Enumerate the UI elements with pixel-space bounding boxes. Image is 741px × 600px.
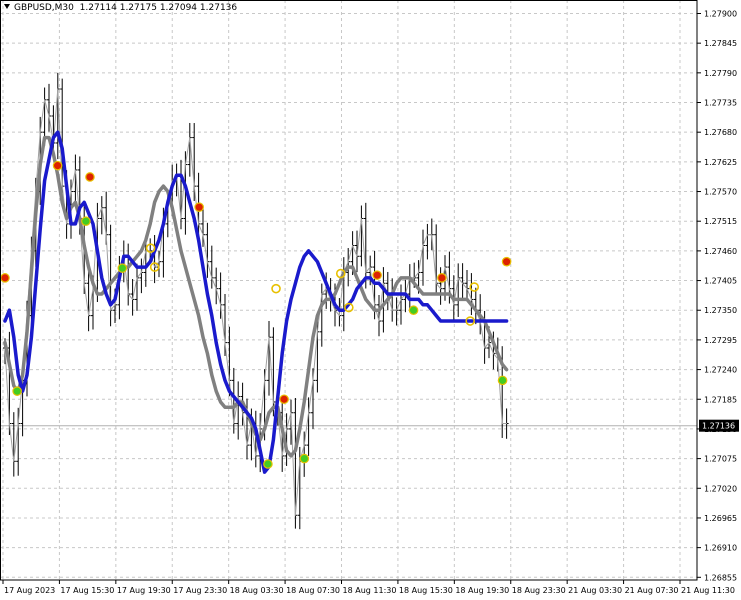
y-tick-label: 1.27735: [704, 99, 737, 108]
y-tick-label: 1.27515: [704, 217, 737, 226]
y-tick-label: 1.27900: [704, 9, 737, 18]
x-tick-label: 18 Aug 03:30: [230, 586, 284, 595]
x-tick-label: 21 Aug 07:30: [625, 586, 679, 595]
x-tick-label: 18 Aug 23:30: [512, 586, 566, 595]
y-tick-label: 1.27845: [704, 39, 737, 48]
x-tick-label: 18 Aug 07:30: [286, 586, 340, 595]
x-tick-label: 18 Aug 11:30: [343, 586, 397, 595]
y-tick-label: 1.27570: [704, 188, 737, 197]
y-tick-label: 1.26965: [704, 514, 737, 523]
signal-marker-red: [0, 273, 10, 283]
signal-marker-red: [437, 273, 447, 283]
x-tick-label: 21 Aug 03:30: [568, 586, 622, 595]
x-tick-label: 21 Aug 11:30: [681, 586, 735, 595]
y-tick-label: 1.26855: [704, 573, 737, 582]
chart-header: GBPUSD,M30 1.27114 1.27175 1.27094 1.271…: [4, 3, 237, 13]
signal-marker-ring: [271, 283, 281, 294]
y-tick-label: 1.27295: [704, 336, 737, 345]
signal-marker-green: [408, 305, 419, 316]
high-value: 1.27175: [119, 3, 157, 13]
y-tick-label: 1.27680: [704, 128, 737, 137]
low-value: 1.27094: [159, 3, 198, 13]
x-tick-label: 17 Aug 2023: [4, 586, 55, 595]
signal-marker-green: [497, 375, 508, 386]
close-value: 1.27136: [199, 3, 238, 13]
y-tick-label: 1.27185: [704, 395, 737, 404]
price-chart[interactable]: 1.27900 1.27845 1.27790 1.27735 1.27680 1.276…: [0, 0, 741, 600]
price-bars: [3, 72, 509, 530]
x-tick-label: 18 Aug 19:30: [455, 586, 509, 595]
signal-marker-green: [263, 459, 273, 469]
signal-marker-green: [117, 263, 128, 273]
x-tick-label: 17 Aug 23:30: [173, 586, 227, 595]
x-tick-label: 17 Aug 19:30: [117, 586, 171, 595]
y-tick-label: 1.27405: [704, 277, 737, 286]
y-tick-label: 1.27350: [704, 306, 737, 315]
x-tick-label: 18 Aug 15:30: [399, 586, 453, 595]
y-tick-label: 1.27075: [704, 455, 737, 464]
signal-marker-green: [299, 453, 310, 464]
current-price-label: 1.27136: [702, 422, 735, 431]
signal-marker-red: [501, 256, 512, 267]
y-tick-label: 1.27240: [704, 366, 737, 375]
signal-marker-red: [279, 394, 289, 405]
y-tick-label: 1.27625: [704, 158, 737, 167]
chart-axes: 1.27900 1.27845 1.27790 1.27735 1.27680 1.276…: [0, 0, 739, 595]
signal-marker-red: [52, 160, 63, 171]
signal-marker-red: [372, 270, 382, 280]
signal-marker-green: [81, 216, 91, 227]
signal-marker-green: [12, 386, 22, 396]
x-tick-label: 17 Aug 15:30: [60, 586, 114, 595]
y-tick-label: 1.27460: [704, 247, 737, 256]
dropdown-triangle-icon[interactable]: [4, 4, 10, 9]
signal-marker-red: [194, 202, 204, 212]
open-value: 1.27114: [79, 3, 117, 13]
y-tick-label: 1.27020: [704, 484, 737, 493]
y-tick-label: 1.27790: [704, 69, 737, 78]
y-tick-label: 1.26910: [704, 544, 737, 553]
symbol-label: GBPUSD,M30: [14, 3, 74, 13]
signal-marker-red: [85, 172, 95, 182]
